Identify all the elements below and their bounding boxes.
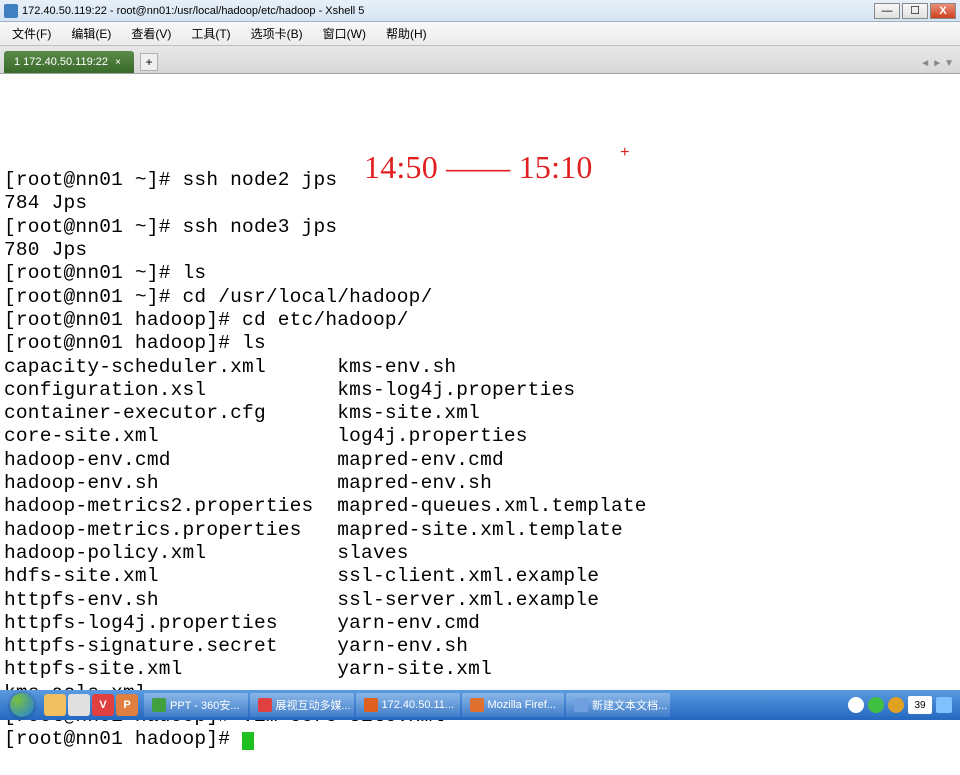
task-icon [258, 698, 272, 712]
task-label: 新建文本文档... [592, 697, 667, 713]
minimize-button[interactable]: — [874, 3, 900, 19]
start-button[interactable] [2, 691, 42, 719]
app-icon [4, 4, 18, 18]
task-item[interactable]: 展视互动多媒... [250, 693, 354, 717]
tray-icon-3[interactable] [888, 697, 904, 713]
terminal-output: [root@nn01 ~]# ssh node2 jps 784 Jps [ro… [4, 169, 956, 751]
task-item[interactable]: Mozilla Firef... [462, 693, 564, 717]
tray-icon-2[interactable] [868, 697, 884, 713]
task-label: 172.40.50.11... [382, 699, 455, 711]
menu-view[interactable]: 查看(V) [125, 23, 177, 44]
menu-tools[interactable]: 工具(T) [185, 23, 236, 44]
system-tray: 39 [848, 696, 958, 714]
windows-icon [10, 693, 34, 717]
maximize-button[interactable]: ☐ [902, 3, 928, 19]
task-icon [470, 698, 484, 712]
tab-close-icon[interactable]: × [112, 56, 124, 68]
taskbar: V P PPT - 360安... 展视互动多媒... 172.40.50.11..… [0, 690, 960, 720]
task-items: PPT - 360安... 展视互动多媒... 172.40.50.11... Moz… [144, 693, 670, 717]
task-item[interactable]: 172.40.50.11... [356, 693, 460, 717]
tab-prev-icon[interactable]: ◄ [920, 58, 930, 69]
session-tab[interactable]: 1 172.40.50.119:22 × [4, 51, 134, 73]
ql-item-2[interactable] [68, 694, 90, 716]
ql-item-1[interactable] [44, 694, 66, 716]
ql-item-v[interactable]: V [92, 694, 114, 716]
tray-clock[interactable]: 39 [908, 696, 932, 714]
titlebar: 172.40.50.119:22 - root@nn01:/usr/local/… [0, 0, 960, 22]
add-tab-button[interactable]: + [140, 53, 158, 71]
task-icon [152, 698, 166, 712]
task-icon [364, 698, 378, 712]
task-icon [574, 698, 588, 712]
menu-file[interactable]: 文件(F) [6, 23, 57, 44]
task-label: Mozilla Firef... [488, 699, 556, 711]
tray-icon-4[interactable] [936, 697, 952, 713]
plus-overlay: + [620, 142, 630, 165]
terminal[interactable]: 14:50 —— 15:10 + [root@nn01 ~]# ssh node… [0, 74, 960, 690]
tab-label: 1 172.40.50.119:22 [14, 56, 108, 68]
tabbar: 1 172.40.50.119:22 × + ◄ ► ▼ [0, 46, 960, 74]
menu-window[interactable]: 窗口(W) [317, 23, 372, 44]
quick-launch: V P [44, 694, 138, 716]
window-controls: — ☐ X [874, 3, 956, 19]
window-title: 172.40.50.119:22 - root@nn01:/usr/local/… [22, 5, 874, 17]
tray-icon-1[interactable] [848, 697, 864, 713]
task-label: 展视互动多媒... [276, 697, 351, 713]
task-label: PPT - 360安... [170, 697, 240, 713]
tab-nav: ◄ ► ▼ [920, 58, 954, 69]
menu-help[interactable]: 帮助(H) [380, 23, 433, 44]
tab-next-icon[interactable]: ► [932, 58, 942, 69]
tab-dropdown-icon[interactable]: ▼ [944, 58, 954, 69]
menubar: 文件(F) 编辑(E) 查看(V) 工具(T) 选项卡(B) 窗口(W) 帮助(… [0, 22, 960, 46]
task-item[interactable]: PPT - 360安... [144, 693, 248, 717]
time-overlay: 14:50 —— 15:10 [364, 156, 593, 179]
task-item[interactable]: 新建文本文档... [566, 693, 670, 717]
menu-tabs[interactable]: 选项卡(B) [245, 23, 309, 44]
ql-item-p[interactable]: P [116, 694, 138, 716]
close-button[interactable]: X [930, 3, 956, 19]
menu-edit[interactable]: 编辑(E) [65, 23, 117, 44]
